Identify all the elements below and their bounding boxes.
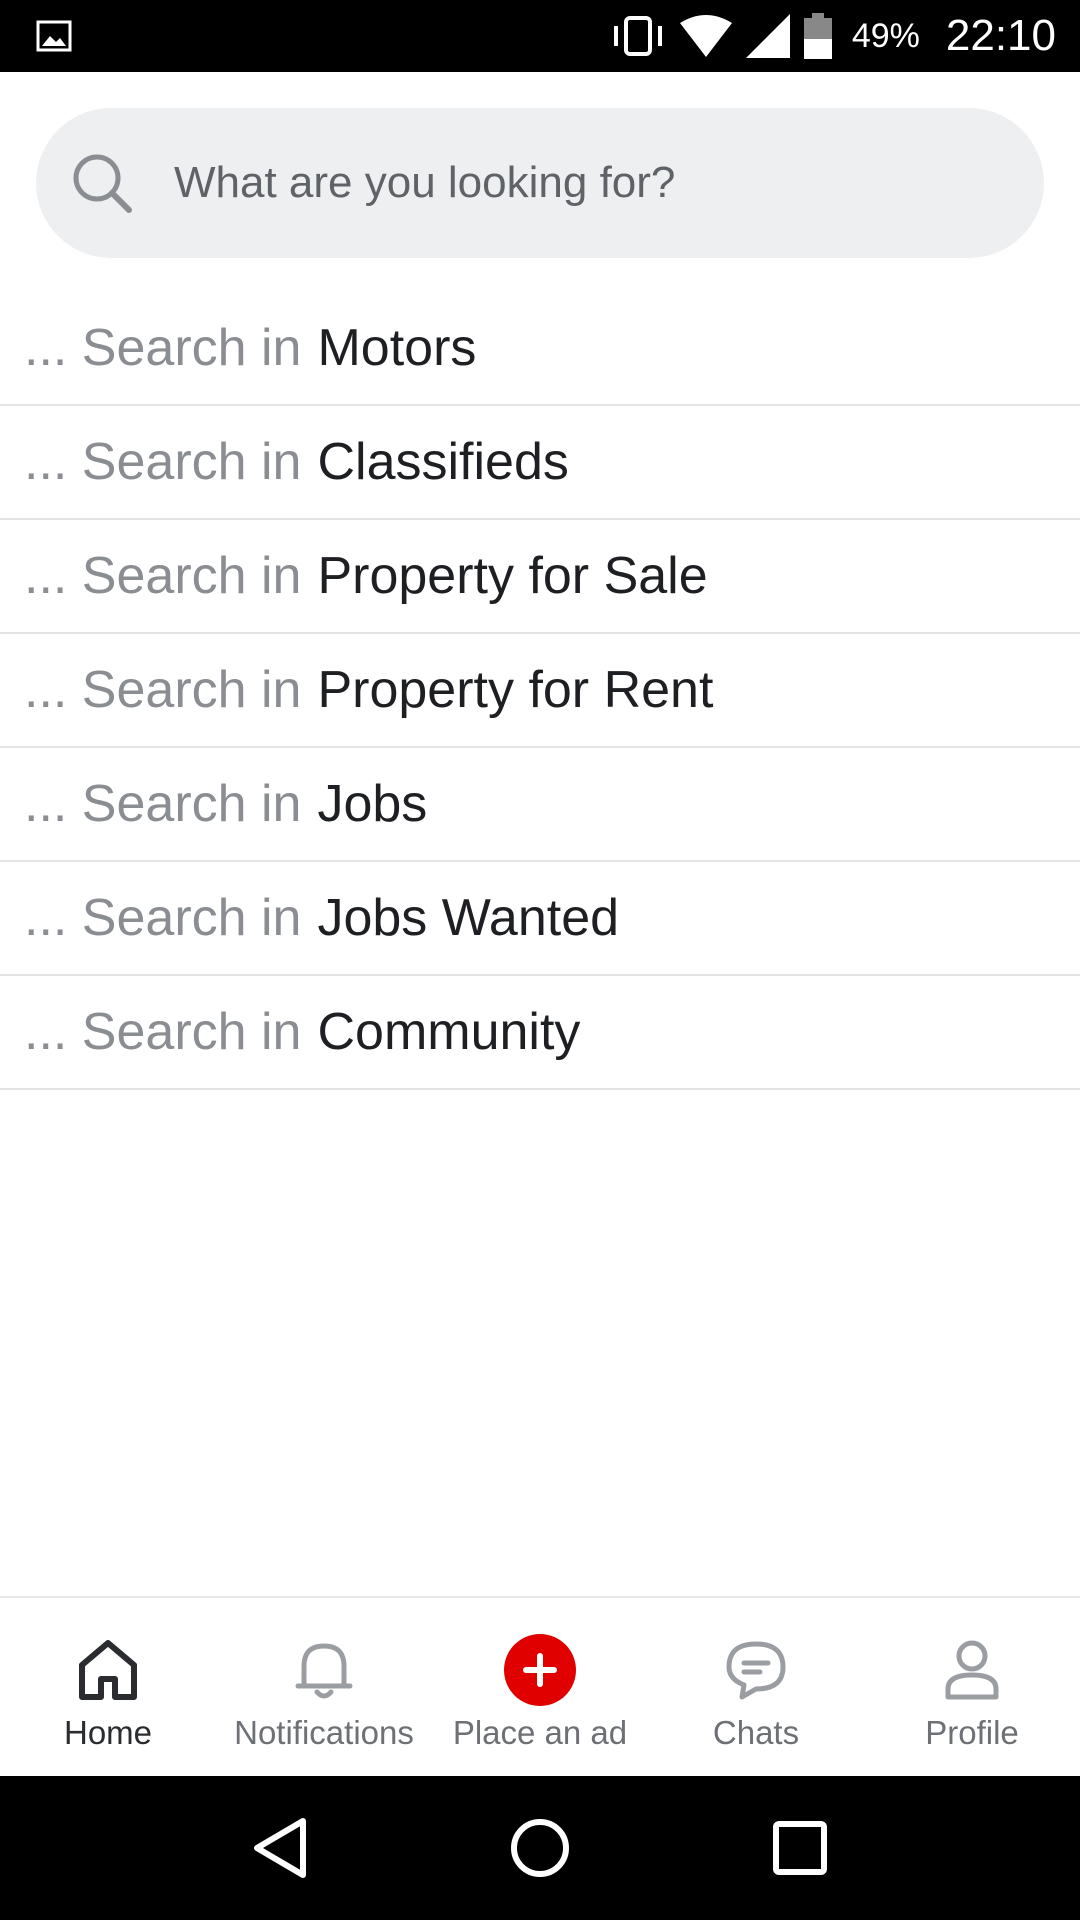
nav-item-notifications[interactable]: Notifications — [216, 1598, 432, 1776]
nav-item-place-an-ad[interactable]: Place an ad — [432, 1598, 648, 1776]
status-right: 49% 22:10 — [610, 0, 1056, 72]
suggestion-category: Motors — [317, 319, 477, 377]
suggestion-item-classifieds[interactable]: ... Search in Classifieds — [0, 406, 1080, 520]
suggestion-category: Jobs Wanted — [317, 889, 620, 947]
bell-icon — [288, 1634, 360, 1706]
vibrate-icon — [610, 14, 666, 58]
nav-label-notifications: Notifications — [234, 1714, 414, 1751]
suggestion-category: Property for Rent — [317, 661, 714, 719]
recents-icon[interactable] — [760, 1808, 840, 1888]
suggestion-prefix: ... Search in — [24, 889, 302, 947]
suggestion-category: Community — [317, 1003, 581, 1061]
suggestion-prefix: ... Search in — [24, 433, 302, 491]
suggestion-category: Jobs — [317, 775, 428, 833]
home-circle-icon[interactable] — [500, 1808, 580, 1888]
status-time: 22:10 — [945, 11, 1056, 60]
suggestion-item-community[interactable]: ... Search in Community — [0, 976, 1080, 1090]
nav-label-chats: Chats — [712, 1714, 800, 1751]
search-bar[interactable] — [36, 108, 1044, 258]
battery-icon — [803, 13, 832, 59]
suggestion-item-property-for-rent[interactable]: ... Search in Property for Rent — [0, 634, 1080, 748]
suggestion-item-motors[interactable]: ... Search in Motors — [0, 292, 1080, 406]
nav-label-profile: Profile — [925, 1714, 1019, 1751]
suggestion-prefix: ... Search in — [24, 547, 302, 605]
suggestion-prefix: ... Search in — [24, 775, 302, 833]
nav-item-home[interactable]: Home — [0, 1598, 216, 1776]
home-icon — [72, 1634, 144, 1706]
nav-item-chats[interactable]: Chats — [648, 1598, 864, 1776]
suggestion-category: Property for Sale — [317, 547, 708, 605]
suggestion-item-jobs[interactable]: ... Search in Jobs — [0, 748, 1080, 862]
bottom-nav: Home Notifications Place an ad Chats Pro… — [0, 1596, 1080, 1776]
search-suggestion-list: ... Search in Motors ... Search in Class… — [0, 292, 1080, 1090]
search-input[interactable] — [172, 157, 952, 209]
suggestion-category: Classifieds — [317, 433, 569, 491]
suggestion-prefix: ... Search in — [24, 1003, 302, 1061]
nav-item-profile[interactable]: Profile — [864, 1598, 1080, 1776]
chat-icon — [720, 1634, 792, 1706]
nav-label-home: Home — [63, 1714, 153, 1751]
search-icon — [70, 151, 134, 215]
cell-signal-icon — [745, 14, 790, 58]
plus-circle-icon — [504, 1634, 576, 1706]
suggestion-item-property-for-sale[interactable]: ... Search in Property for Sale — [0, 520, 1080, 634]
wifi-icon — [679, 15, 732, 57]
battery-percent: 49% — [851, 16, 920, 55]
suggestion-item-jobs-wanted[interactable]: ... Search in Jobs Wanted — [0, 862, 1080, 976]
image-notification-icon — [36, 18, 72, 54]
suggestion-prefix: ... Search in — [24, 661, 302, 719]
profile-icon — [936, 1634, 1008, 1706]
back-icon[interactable] — [240, 1808, 320, 1888]
system-nav-bar — [0, 1776, 1080, 1920]
suggestion-prefix: ... Search in — [24, 319, 302, 377]
nav-label-place-an-ad: Place an ad — [452, 1714, 628, 1751]
status-bar: 49% 22:10 — [0, 0, 1080, 72]
